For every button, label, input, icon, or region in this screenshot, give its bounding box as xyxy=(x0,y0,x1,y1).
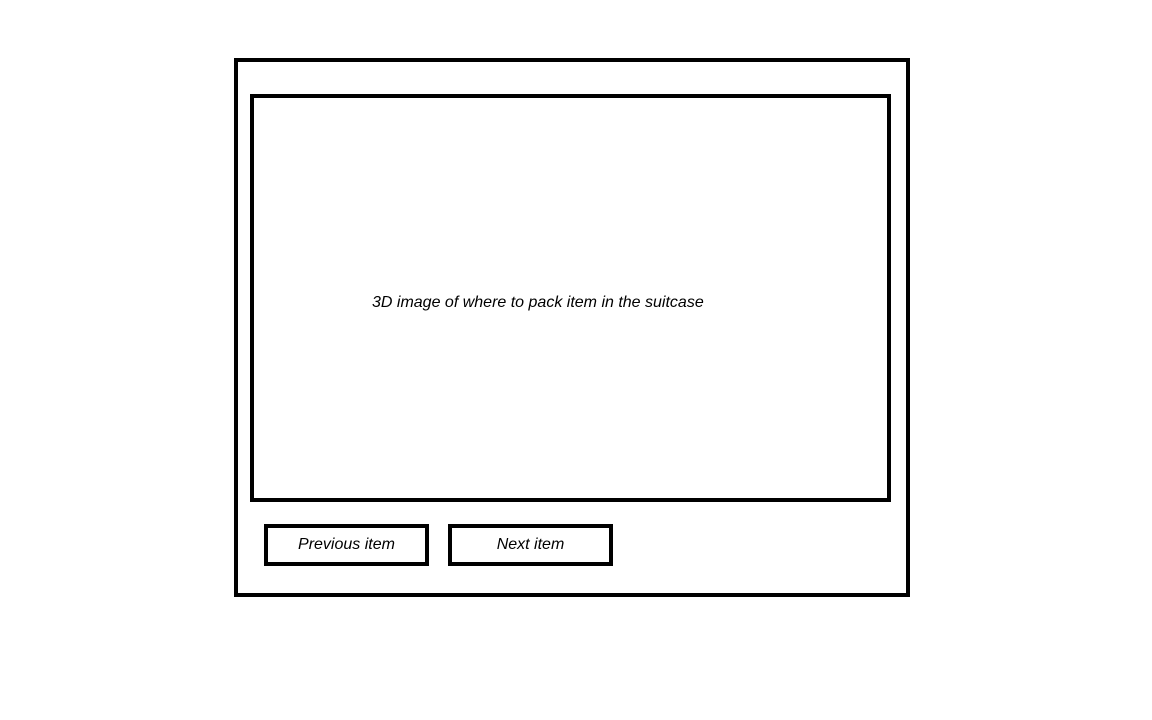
packing-3d-viewer[interactable]: 3D image of where to pack item in the su… xyxy=(250,94,891,502)
viewer-placeholder-text: 3D image of where to pack item in the su… xyxy=(372,294,704,311)
previous-item-button[interactable]: Previous item xyxy=(264,524,429,566)
next-item-button[interactable]: Next item xyxy=(448,524,613,566)
